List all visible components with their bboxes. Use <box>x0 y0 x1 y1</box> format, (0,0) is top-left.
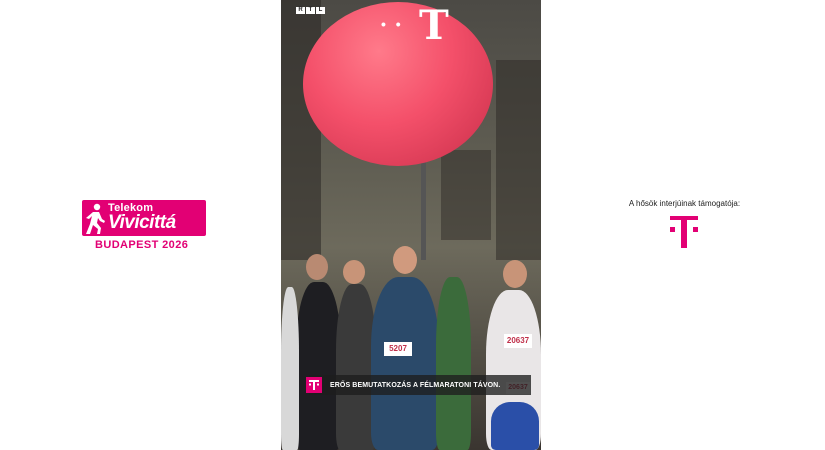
race-bib: 20637 <box>504 334 532 348</box>
runners-crowd: 20637 20637 5207 <box>281 232 541 450</box>
runner <box>281 287 299 450</box>
channel-logo-letter: R <box>296 7 305 14</box>
runner-head <box>306 254 328 280</box>
video-player[interactable]: • • T R T L 20637 20637 5207 ERŐS BEMUTA… <box>281 0 541 450</box>
event-logo-banner: Telekom Vivicittá <box>82 200 206 236</box>
runner <box>336 284 376 450</box>
channel-logo: R T L <box>296 7 325 14</box>
runner-head <box>393 246 417 274</box>
logo-event-name: Vivicittá <box>108 212 176 233</box>
channel-logo-letter: T <box>306 7 315 14</box>
sponsor-text: A hősök interjúinak támogatója: <box>628 199 741 208</box>
runner-shorts <box>491 402 539 450</box>
event-logo: Telekom Vivicittá BUDAPEST 2026 <box>82 200 206 252</box>
tree-left <box>281 0 321 260</box>
logo-city-year: BUDAPEST 2026 <box>95 239 189 251</box>
video-caption: ERŐS BEMUTATKOZÁS A FÉLMARATONI TÁVON. <box>306 375 531 395</box>
channel-logo-letter: L <box>316 7 325 14</box>
runner-main <box>371 277 439 450</box>
tree-mid <box>441 150 491 240</box>
runner <box>436 277 471 450</box>
runner-icon <box>86 203 105 234</box>
telekom-t-logo-icon <box>670 216 698 248</box>
tree-right <box>496 60 541 260</box>
runner-head <box>343 260 365 284</box>
caption-text: ERŐS BEMUTATKOZÁS A FÉLMARATONI TÁVON. <box>330 381 501 389</box>
balloon-t-logo: T <box>419 2 449 49</box>
runner-head <box>503 260 527 288</box>
telekom-t-icon <box>306 377 322 393</box>
balloon-dots: • • <box>381 16 404 32</box>
runner <box>296 282 341 450</box>
race-bib: 5207 <box>384 342 412 356</box>
balloon: • • T <box>303 2 493 166</box>
